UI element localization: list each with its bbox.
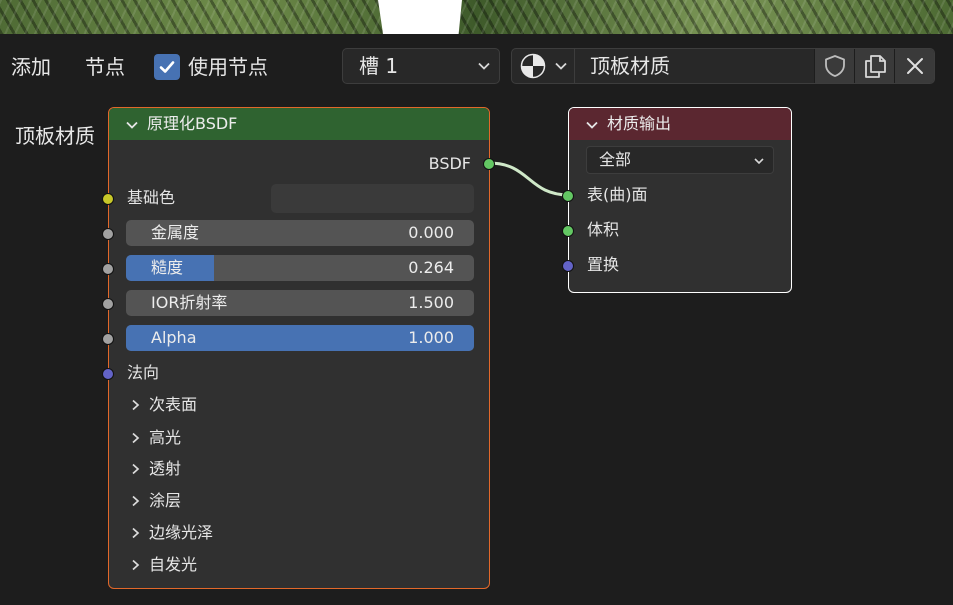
node-title: 材质输出	[607, 114, 672, 133]
node-title: 原理化BSDF	[147, 114, 238, 133]
panel-sheen[interactable]: 边缘光泽	[129, 522, 213, 544]
panel-label: 高光	[149, 428, 182, 447]
alpha-label: Alpha	[151, 328, 197, 347]
panel-transmission[interactable]: 透射	[129, 458, 181, 480]
roughness-socket[interactable]	[102, 263, 114, 275]
chevron-down-icon[interactable]	[125, 118, 139, 132]
metallic-socket[interactable]	[102, 228, 114, 240]
base-color-label: 基础色	[127, 188, 176, 207]
duplicate-material-button[interactable]	[854, 49, 894, 83]
ior-socket[interactable]	[102, 298, 114, 310]
ior-field[interactable]: IOR折射率 1.500	[126, 290, 474, 316]
displacement-label: 置换	[587, 255, 620, 274]
checkmark-icon	[159, 61, 175, 73]
panel-emission[interactable]: 自发光	[129, 554, 197, 576]
metallic-field[interactable]: 金属度 0.000	[126, 220, 474, 246]
metallic-value: 0.000	[408, 223, 454, 242]
normal-label: 法向	[127, 363, 160, 382]
displacement-socket[interactable]	[562, 260, 574, 272]
add-menu[interactable]: 添加	[7, 53, 55, 81]
target-select[interactable]: 全部	[586, 146, 774, 174]
alpha-socket[interactable]	[102, 333, 114, 345]
node-header[interactable]: 原理化BSDF	[109, 108, 489, 140]
material-output-node[interactable]: 材质输出 全部 表(曲)面 体积 置换	[562, 107, 792, 293]
material-slot-value: 槽 1	[359, 54, 399, 78]
target-value: 全部	[599, 150, 632, 169]
roughness-field[interactable]: 糙度 0.264	[126, 255, 474, 281]
chevron-right-icon	[132, 399, 140, 411]
material-name-field[interactable]: 顶板材质	[590, 53, 670, 79]
chevron-down-icon	[555, 62, 567, 70]
normal-socket[interactable]	[102, 368, 114, 380]
roughness-label: 糙度	[151, 258, 184, 277]
unlink-material-button[interactable]	[894, 49, 934, 83]
panel-label: 边缘光泽	[149, 523, 214, 542]
chevron-down-icon[interactable]	[585, 118, 599, 132]
volume-label: 体积	[587, 220, 620, 239]
material-sphere-icon	[520, 53, 546, 79]
panel-label: 次表面	[149, 395, 198, 414]
background-image-strip	[0, 0, 953, 34]
panel-subsurface[interactable]: 次表面	[129, 394, 197, 416]
principled-bsdf-node[interactable]: 原理化BSDF BSDF 基础色 金属度 0.000 糙度 0.264 IOR折…	[102, 107, 495, 589]
frame-label: 顶板材质	[15, 124, 95, 148]
surface-label: 表(曲)面	[587, 185, 648, 204]
fake-user-button[interactable]	[814, 49, 854, 83]
shield-icon	[824, 55, 845, 77]
roughness-value: 0.264	[408, 258, 454, 277]
base-color-socket[interactable]	[102, 193, 114, 205]
chevron-down-icon	[478, 62, 490, 70]
bsdf-output-label: BSDF	[428, 154, 471, 173]
chevron-right-icon	[132, 559, 140, 571]
metallic-label: 金属度	[151, 223, 200, 242]
chevron-right-icon	[132, 463, 140, 475]
bsdf-output-socket[interactable]	[483, 158, 495, 170]
use-nodes-label: 使用节点	[188, 55, 268, 79]
surface-socket[interactable]	[562, 190, 574, 202]
node-header[interactable]: 材质输出	[569, 108, 791, 140]
use-nodes-checkbox[interactable]	[154, 54, 180, 80]
close-icon	[906, 58, 923, 74]
chevron-right-icon	[132, 495, 140, 507]
panel-specular[interactable]: 高光	[129, 427, 181, 449]
panel-label: 涂层	[149, 491, 182, 510]
ior-value: 1.500	[408, 293, 454, 312]
alpha-field[interactable]: Alpha 1.000	[126, 325, 474, 351]
alpha-value: 1.000	[408, 328, 454, 347]
background-image-highlight	[378, 0, 462, 34]
chevron-down-icon	[754, 158, 764, 165]
material-datablock-selector: 顶板材质	[511, 48, 935, 84]
browse-material-button[interactable]	[512, 49, 575, 83]
material-slot-select[interactable]: 槽 1	[342, 48, 500, 84]
ior-label: IOR折射率	[151, 293, 228, 312]
duplicate-icon	[864, 55, 886, 78]
volume-socket[interactable]	[562, 225, 574, 237]
chevron-right-icon	[132, 432, 140, 444]
chevron-right-icon	[132, 527, 140, 539]
panel-label: 自发光	[149, 555, 198, 574]
base-color-swatch[interactable]	[271, 184, 474, 213]
panel-coat[interactable]: 涂层	[129, 490, 181, 512]
panel-label: 透射	[149, 459, 182, 478]
node-menu[interactable]: 节点	[81, 53, 129, 81]
